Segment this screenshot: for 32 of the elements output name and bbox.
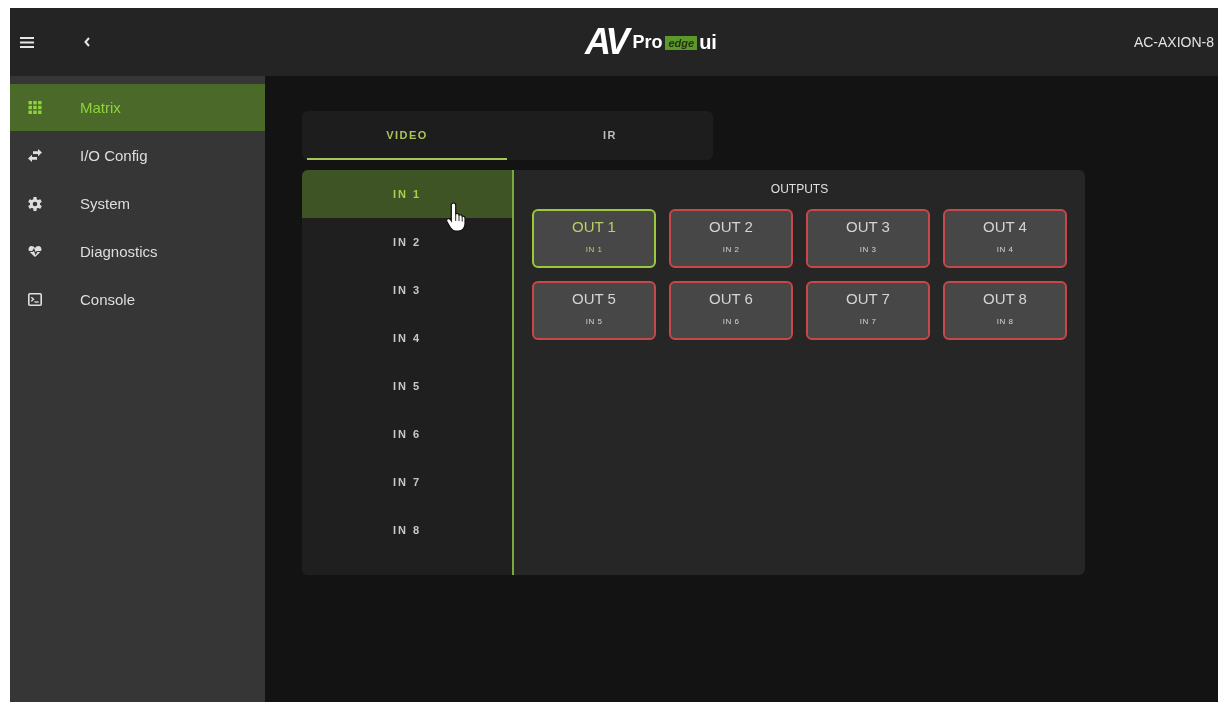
input-item[interactable]: IN 2 xyxy=(302,218,512,266)
output-card[interactable]: OUT 1 IN 1 xyxy=(532,209,656,268)
terminal-icon xyxy=(28,293,42,306)
output-card[interactable]: OUT 5 IN 5 xyxy=(532,281,656,340)
input-item[interactable]: IN 1 xyxy=(302,170,512,218)
output-card[interactable]: OUT 4 IN 4 xyxy=(943,209,1067,268)
sidebar-item[interactable]: I/O Config xyxy=(10,132,265,179)
tab[interactable]: VIDEO xyxy=(307,111,507,160)
input-item[interactable]: IN 3 xyxy=(302,266,512,314)
output-card[interactable]: OUT 6 IN 6 xyxy=(669,281,793,340)
settings-icon xyxy=(28,196,42,211)
output-card[interactable]: OUT 7 IN 7 xyxy=(806,281,930,340)
input-item[interactable]: IN 7 xyxy=(302,458,512,506)
chevron-left-icon[interactable] xyxy=(84,37,90,47)
input-item[interactable]: IN 8 xyxy=(302,506,512,554)
outputs-title: OUTPUTS xyxy=(770,182,829,196)
input-item[interactable]: IN 6 xyxy=(302,410,512,458)
swap-arrows-icon xyxy=(28,149,42,162)
input-item[interactable]: IN 5 xyxy=(302,362,512,410)
sidebar-item[interactable]: Diagnostics xyxy=(10,228,265,275)
output-card[interactable]: OUT 8 IN 8 xyxy=(943,281,1067,340)
sidebar-item[interactable]: Console xyxy=(10,276,265,323)
output-card[interactable]: OUT 3 IN 3 xyxy=(806,209,930,268)
tab[interactable]: IR xyxy=(507,111,713,160)
heart-pulse-icon xyxy=(28,245,42,258)
device-name: AC-AXION-8 xyxy=(1133,34,1214,50)
menu-icon[interactable] xyxy=(20,36,34,48)
hand-pointer-icon xyxy=(446,202,468,232)
input-item[interactable]: IN 4 xyxy=(302,314,512,362)
grid-icon xyxy=(28,101,42,114)
sidebar-item[interactable]: System xyxy=(10,180,265,227)
output-card[interactable]: OUT 2 IN 2 xyxy=(669,209,793,268)
